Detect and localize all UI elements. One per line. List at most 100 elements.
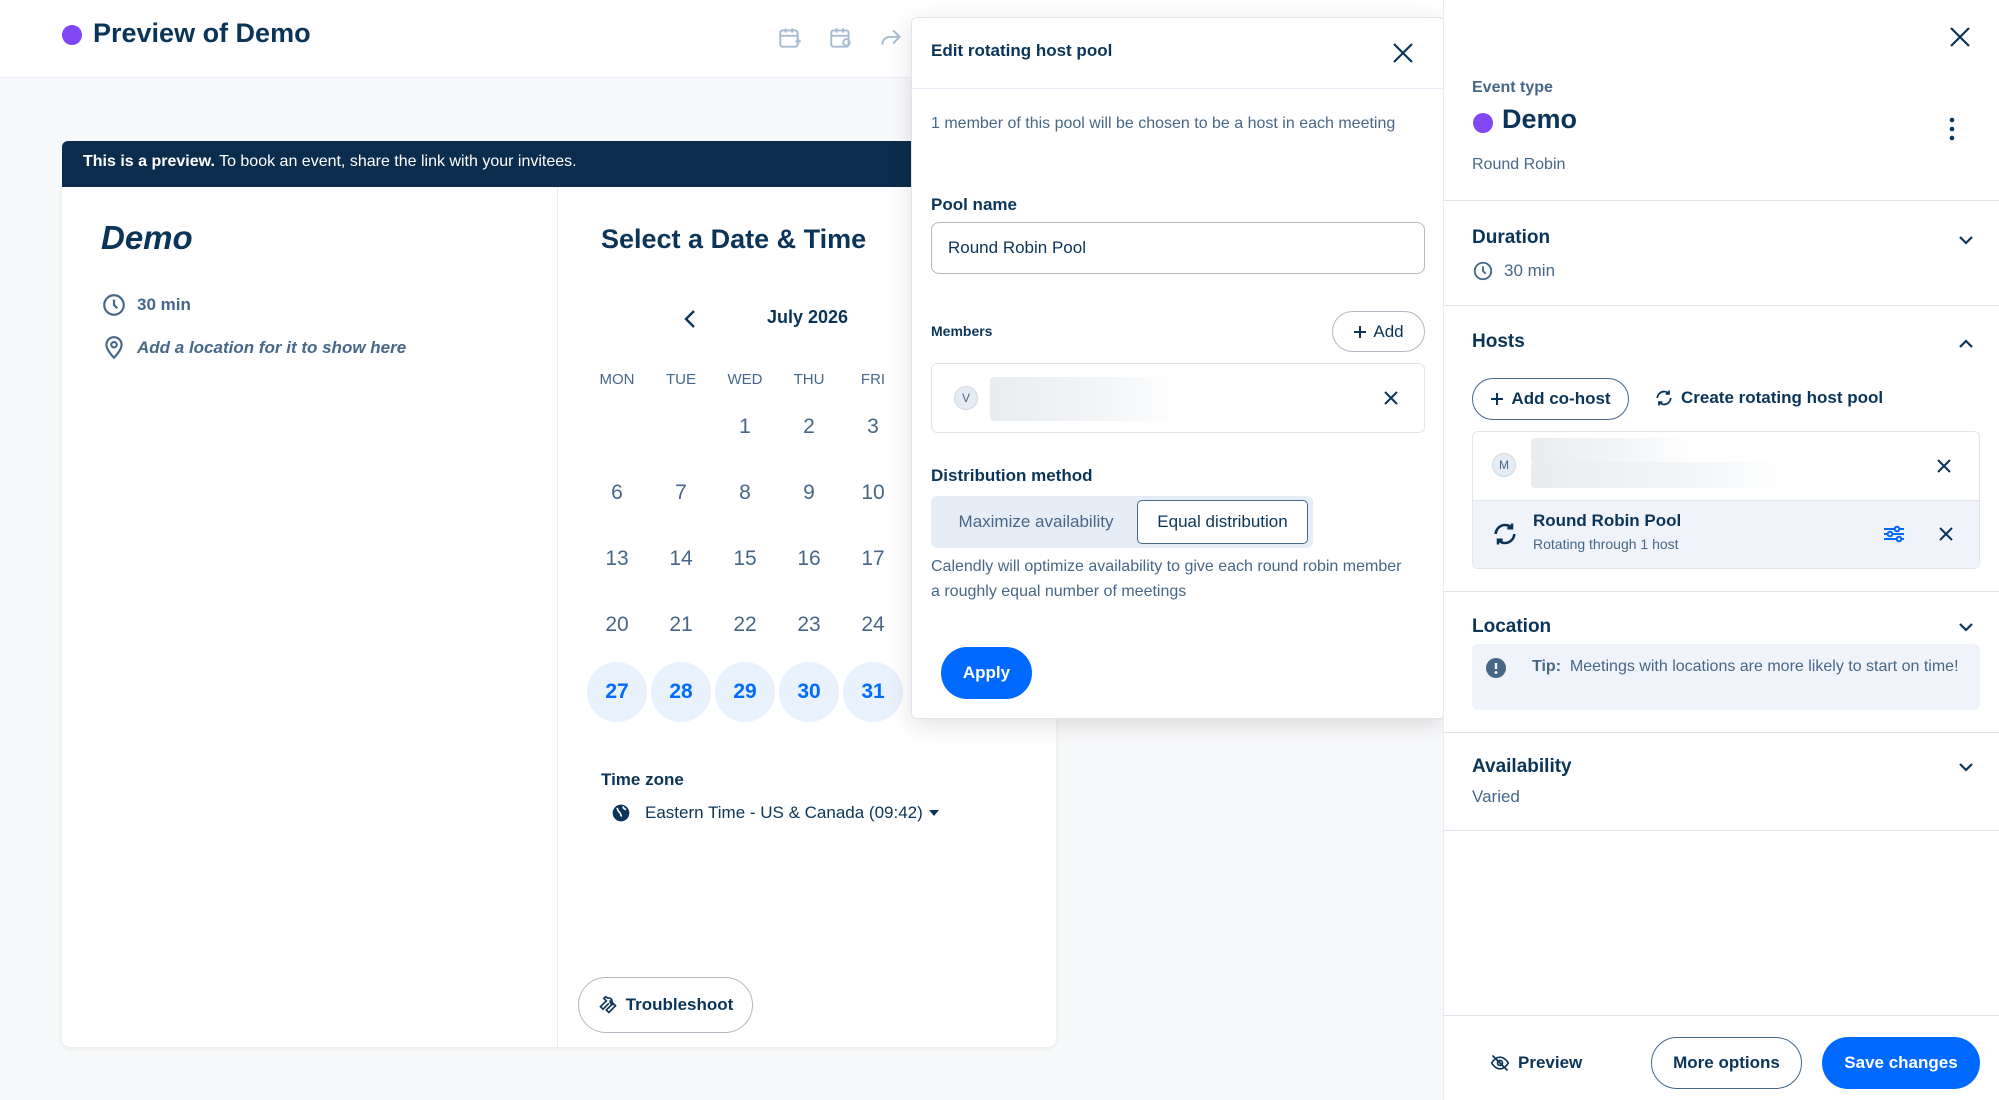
pool-name-label: Pool name (931, 195, 1017, 214)
timezone-value: Eastern Time - US & Canada (09:42) (645, 803, 923, 822)
section-divider (1443, 591, 1999, 592)
close-icon[interactable] (1945, 22, 1975, 52)
dialog-divider (911, 88, 1445, 89)
eye-off-icon (1490, 1053, 1510, 1073)
troubleshoot-label: Troubleshoot (625, 995, 734, 1014)
preview-button[interactable]: Preview (1490, 1038, 1600, 1088)
calendar-day-available[interactable]: 29 (715, 662, 775, 722)
rotate-icon (1654, 388, 1674, 408)
distribution-label: Distribution method (931, 466, 1093, 485)
banner-text: To book an event, share the link with yo… (214, 153, 577, 170)
dialog-description: 1 member of this pool will be chosen to … (931, 115, 1396, 132)
sliders-icon[interactable] (1882, 524, 1906, 544)
location-section-title[interactable]: Location (1472, 616, 1551, 638)
wrench-icon (598, 995, 618, 1015)
calendar-day: 15 (733, 547, 757, 570)
event-kind: Round Robin (1472, 156, 1566, 173)
calendar-day: 24 (861, 613, 885, 636)
avatar: M (1492, 453, 1516, 477)
remove-pool-icon[interactable] (1937, 525, 1955, 543)
section-divider (1443, 305, 1999, 306)
location-pin-icon (101, 335, 127, 361)
section-divider (1443, 732, 1999, 733)
calendar-day: 14 (669, 547, 693, 570)
pool-name-input[interactable] (931, 222, 1425, 274)
event-type-name: Demo (1502, 104, 1578, 134)
add-member-button[interactable]: Add (1332, 311, 1425, 352)
save-changes-button[interactable]: Save changes (1822, 1037, 1980, 1089)
weekday-label: THU (793, 371, 825, 388)
info-icon (1486, 658, 1506, 678)
calendar-day: 20 (605, 613, 629, 636)
event-duration: 30 min (101, 292, 191, 318)
pool-subtitle: Rotating through 1 host (1533, 536, 1679, 552)
calendar-day: 6 (611, 481, 623, 504)
equal-distribution-option[interactable]: Equal distribution (1137, 500, 1308, 544)
kebab-menu-icon[interactable] (1940, 116, 1964, 142)
weekday-label: TUE (666, 371, 696, 388)
calendar-day: 8 (739, 481, 751, 504)
distribution-description: Calendly will optimize availability to g… (931, 558, 1402, 600)
chevron-down-icon[interactable] (1955, 756, 1977, 778)
troubleshoot-button[interactable]: Troubleshoot (578, 977, 753, 1033)
calendar-day: 16 (797, 547, 821, 570)
clock-icon (1472, 260, 1494, 282)
chevron-up-icon[interactable] (1955, 333, 1977, 355)
calendar-settings-icon[interactable] (828, 25, 854, 51)
calendar-day: 2 (803, 415, 815, 438)
page-title: Preview of Demo (93, 18, 311, 48)
calendar-day: 13 (605, 547, 629, 570)
timezone-select[interactable]: Eastern Time - US & Canada (09:42) (611, 803, 939, 823)
close-icon[interactable] (1390, 40, 1416, 66)
availability-value: Varied (1472, 787, 1520, 806)
chevron-down-icon[interactable] (1955, 616, 1977, 638)
event-name: Demo (101, 219, 193, 256)
add-cohost-button[interactable]: Add co-host (1472, 378, 1629, 420)
create-pool-label: Create rotating host pool (1681, 388, 1884, 407)
section-divider (1443, 200, 1999, 201)
redacted-host-name (1531, 438, 1691, 464)
calendar-day: 22 (733, 613, 757, 636)
duration-text: 30 min (137, 295, 191, 314)
add-cohost-label: Add co-host (1511, 389, 1611, 408)
calendar-day-available[interactable]: 31 (843, 662, 903, 722)
calendar-day-available[interactable]: 27 (587, 662, 647, 722)
hosts-section-title[interactable]: Hosts (1472, 331, 1525, 353)
pool-name: Round Robin Pool (1533, 511, 1682, 530)
members-label: Members (931, 323, 993, 339)
calendar-day: 3 (867, 415, 879, 438)
event-color-dot (1473, 113, 1493, 133)
location-hint-text: Add a location for it to show here (137, 338, 407, 357)
calendar-day: 10 (861, 481, 885, 504)
tip-text: Tip: Meetings with locations are more li… (1532, 656, 1972, 677)
availability-section-title[interactable]: Availability (1472, 756, 1572, 778)
add-label: Add (1373, 321, 1404, 341)
calendar-day-available[interactable]: 30 (779, 662, 839, 722)
plus-icon (1353, 325, 1367, 339)
globe-icon (611, 803, 631, 823)
remove-member-icon[interactable] (1382, 389, 1400, 407)
calendar-day: 17 (861, 547, 885, 570)
avatar: V (954, 386, 978, 410)
rotate-icon (1491, 520, 1519, 548)
booking-preview-card (62, 187, 1056, 1047)
calendar-add-icon[interactable] (777, 25, 803, 51)
weekday-label: WED (727, 371, 763, 388)
create-pool-link[interactable]: Create rotating host pool (1654, 388, 1883, 408)
share-icon[interactable] (878, 25, 904, 51)
banner-bold-text: This is a preview. (83, 153, 215, 170)
maximize-availability-option[interactable]: Maximize availability (936, 500, 1136, 544)
event-color-dot (62, 25, 82, 45)
apply-button[interactable]: Apply (941, 647, 1032, 699)
calendar-day: 21 (669, 613, 693, 636)
chevron-left-icon[interactable] (680, 306, 702, 332)
calendar-day-available[interactable]: 28 (651, 662, 711, 722)
duration-section-title[interactable]: Duration (1472, 227, 1550, 249)
more-options-button[interactable]: More options (1651, 1037, 1802, 1089)
event-location: Add a location for it to show here (101, 335, 406, 361)
chevron-down-icon[interactable] (1955, 229, 1977, 251)
calendar-day: 7 (675, 481, 687, 504)
remove-host-icon[interactable] (1935, 457, 1953, 475)
footer-divider (1443, 1015, 1999, 1016)
preview-banner: This is a preview. To book an event, sha… (62, 141, 922, 187)
